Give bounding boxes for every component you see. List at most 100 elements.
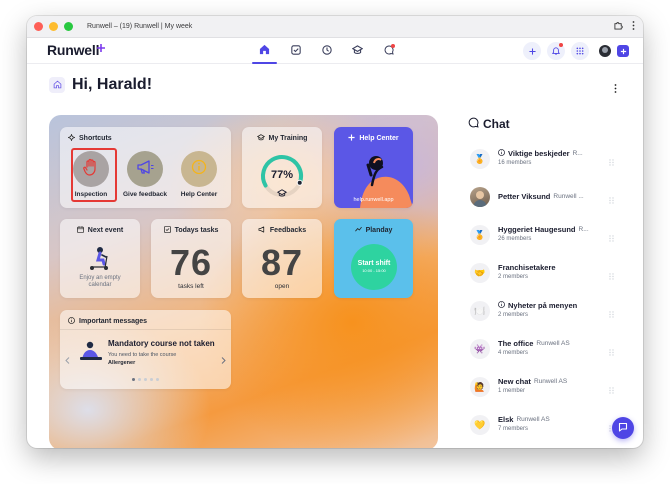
divider xyxy=(60,329,231,330)
home-icon xyxy=(259,42,270,60)
carousel-dot[interactable] xyxy=(150,378,153,381)
nav-time[interactable] xyxy=(311,38,342,64)
carousel-dots xyxy=(60,378,231,381)
chat-name: Franchisetakere xyxy=(498,263,556,272)
chat-list-item[interactable]: 🍽️ Nyheter på menyen 2 members xyxy=(467,295,617,333)
chat-list-item[interactable]: 🤝 Franchisetakere 2 members xyxy=(467,257,617,295)
drag-handle-icon[interactable] xyxy=(609,229,614,247)
chat-organization: R... xyxy=(572,150,583,157)
start-shift-label: Start shift xyxy=(357,260,391,267)
chat-organization: Runwell AS xyxy=(516,416,550,423)
plus-icon xyxy=(348,134,355,143)
help-center-label: Help Center xyxy=(180,191,218,198)
title-bar: Runwell – (19) Runwell | My week xyxy=(27,16,643,38)
help-center-title: Help Center xyxy=(359,135,399,142)
chevron-left-icon[interactable] xyxy=(65,351,70,369)
chat-name: The office xyxy=(498,339,534,348)
nav-training[interactable] xyxy=(342,38,373,64)
runwell-logo[interactable]: Runwell xyxy=(47,42,99,58)
drag-handle-icon[interactable] xyxy=(609,153,614,171)
nav-chat[interactable] xyxy=(373,38,404,64)
give-feedback-shortcut-circle xyxy=(127,151,163,187)
feedbacks-card[interactable]: Feedbacks 87 open xyxy=(242,219,322,298)
scooter-illustration xyxy=(90,247,108,270)
chat-organization: Runwell AS xyxy=(533,378,568,385)
carousel-dot[interactable] xyxy=(144,378,147,381)
carousel-dot[interactable] xyxy=(132,378,135,381)
todays-tasks-title: Todays tasks xyxy=(174,227,219,234)
open-chat-fab[interactable] xyxy=(612,417,634,439)
help-center-url[interactable]: help.runwell.app xyxy=(334,197,413,203)
app-window: Runwell – (19) Runwell | My week Runwell xyxy=(27,16,643,448)
group-avatar: 🏅 xyxy=(470,225,490,245)
inspection-highlight-box xyxy=(71,148,117,202)
megaphone-icon xyxy=(136,159,154,180)
chat-list-item[interactable]: 🙋 New chat Runwell AS 1 member xyxy=(467,371,617,409)
drag-handle-icon[interactable] xyxy=(609,191,614,209)
chat-list-item[interactable]: 🏅 Viktige beskjeder R... 16 members xyxy=(467,143,617,181)
tasks-count: 76 xyxy=(169,242,213,283)
nav-tasks[interactable] xyxy=(280,38,311,64)
message-headline[interactable]: Mandatory course not taken xyxy=(108,339,215,348)
notification-dot xyxy=(559,43,563,47)
browser-menu-icon[interactable] xyxy=(632,21,635,30)
extensions-icon[interactable] xyxy=(614,21,623,30)
drag-handle-icon[interactable] xyxy=(609,305,614,323)
minimize-window-button[interactable] xyxy=(49,22,58,31)
nav-home[interactable] xyxy=(249,38,280,64)
help-center-card[interactable]: Help Center help.runwell.app xyxy=(334,127,413,208)
group-avatar: 🍽️ xyxy=(470,301,490,321)
todays-tasks-card[interactable]: Todays tasks 76 tasks left xyxy=(151,219,231,298)
apps-button[interactable] xyxy=(571,42,589,60)
person-photo xyxy=(473,191,487,207)
chat-header: Chat xyxy=(468,117,510,131)
chat-member-count: 7 members xyxy=(498,426,529,432)
chat-name: Elsk xyxy=(498,415,514,424)
carousel-dot[interactable] xyxy=(138,378,141,381)
chat-list-item[interactable]: 👾 The office Runwell AS 4 members xyxy=(467,333,617,371)
give-feedback-shortcut[interactable]: Give feedback xyxy=(120,151,170,198)
group-emoji: 🤝 xyxy=(474,267,486,278)
drag-handle-icon[interactable] xyxy=(609,343,614,361)
chat-member-count: 1 member xyxy=(498,388,526,394)
shortcuts-title: Shortcuts xyxy=(79,135,112,142)
message-square-icon xyxy=(618,419,628,437)
my-training-card[interactable]: My Training 77% xyxy=(242,127,322,208)
help-center-header: Help Center xyxy=(334,127,413,143)
chat-name: Petter Viksund xyxy=(498,192,551,201)
help-center-shortcut[interactable]: Help Center xyxy=(174,151,224,198)
maximize-window-button[interactable] xyxy=(64,22,73,31)
chevron-right-icon[interactable] xyxy=(221,351,226,369)
notifications-button[interactable] xyxy=(547,42,565,60)
start-shift-button[interactable]: Start shift 10:00 - 15:00 xyxy=(351,244,397,290)
next-event-card[interactable]: Next event Enjoy an empty calendar xyxy=(60,219,140,298)
add-button[interactable] xyxy=(523,42,541,60)
chat-member-count: 2 members xyxy=(498,274,529,280)
window-title: Runwell – (19) Runwell | My week xyxy=(87,23,193,30)
group-emoji: 🍽️ xyxy=(474,305,486,316)
drag-handle-icon[interactable] xyxy=(609,267,614,285)
megaphone-icon xyxy=(258,226,266,235)
tasks-icon xyxy=(290,42,301,60)
planday-card[interactable]: Planday Start shift 10:00 - 15:00 xyxy=(334,219,413,298)
chat-list-item[interactable]: Petter Viksund Runwell ... xyxy=(467,181,617,219)
tasks-left-label: tasks left xyxy=(178,283,204,290)
next-event-header: Next event xyxy=(60,219,140,235)
feedbacks-count: 87 xyxy=(260,242,304,283)
drag-handle-icon[interactable] xyxy=(609,381,614,399)
home-chip[interactable] xyxy=(49,77,65,93)
sparkle-icon xyxy=(67,133,76,143)
more-options-icon[interactable] xyxy=(614,80,617,98)
user-avatar[interactable] xyxy=(599,45,611,57)
chat-list-item[interactable]: 💛 Elsk Runwell AS 7 members xyxy=(467,409,617,447)
app-header: Runwell xyxy=(27,38,643,64)
chat-name-line: The office Runwell AS xyxy=(498,339,570,348)
workspace-plus-button[interactable] xyxy=(617,45,629,57)
feedbacks-open-label: open xyxy=(274,283,290,290)
plus-icon xyxy=(528,42,536,60)
message-course: Allergener xyxy=(108,360,136,366)
chat-list-item[interactable]: 🏅 Hyggeriet Haugesund R... 26 members xyxy=(467,219,617,257)
planday-title: Planday xyxy=(365,226,393,234)
close-window-button[interactable] xyxy=(34,22,43,31)
carousel-dot[interactable] xyxy=(156,378,159,381)
